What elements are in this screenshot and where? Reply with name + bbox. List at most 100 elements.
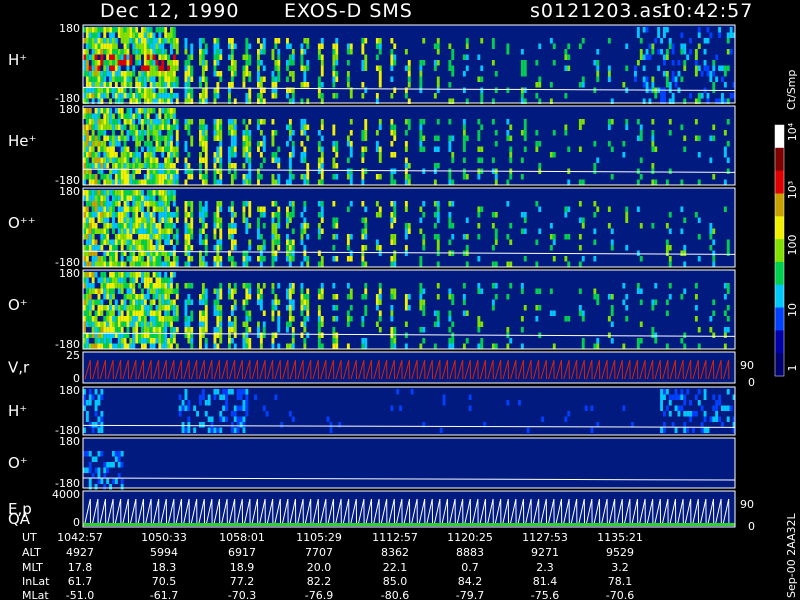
spectrogram-cell xyxy=(120,288,124,294)
spectrogram-cell xyxy=(300,234,304,240)
spectrogram-cell xyxy=(158,119,162,125)
spectrogram-cell xyxy=(129,195,133,201)
spectrogram-cell xyxy=(399,405,402,411)
spectrogram-cell xyxy=(88,310,92,316)
spectrogram-cell xyxy=(88,27,92,33)
spectrogram-cell xyxy=(167,316,170,322)
spectrogram-cell xyxy=(332,294,336,300)
spectrogram-cell xyxy=(436,49,440,55)
spectrogram-cell xyxy=(219,152,223,158)
spectrogram-cell xyxy=(114,108,118,114)
spectrogram-cell xyxy=(170,277,173,283)
spectrogram-cell xyxy=(332,82,336,88)
spectrogram-cell xyxy=(117,65,121,71)
spectrogram-cell xyxy=(120,163,124,169)
spectrogram-cell xyxy=(135,338,139,344)
spectrogram-cell xyxy=(164,93,168,99)
spectrogram-cell xyxy=(393,60,397,66)
spectrogram-cell xyxy=(230,119,234,125)
spectrogram-cell xyxy=(726,316,730,322)
spectrogram-cell xyxy=(448,212,452,218)
spectrogram-cell xyxy=(320,174,324,180)
spectrogram-cell xyxy=(187,239,191,245)
spectrogram-cell xyxy=(187,76,191,82)
spectrogram-cell xyxy=(117,212,121,218)
spectrogram-cell xyxy=(123,217,127,223)
spectrogram-cell xyxy=(245,93,249,99)
spectrogram-cell xyxy=(109,327,112,333)
spectrogram-cell xyxy=(204,234,208,240)
spectrogram-cell xyxy=(112,239,115,245)
spectrogram-cell xyxy=(578,43,582,49)
spectrogram-cell xyxy=(494,179,498,185)
spectrogram-cell xyxy=(657,27,661,33)
spectrogram-cell xyxy=(161,93,165,99)
spectrogram-cell xyxy=(94,411,98,417)
spectrogram-cell xyxy=(300,283,304,289)
spectrogram-cell xyxy=(103,234,107,240)
spectrogram-cell xyxy=(317,76,321,82)
spectrogram-cell xyxy=(230,71,234,77)
spectrogram-cell xyxy=(85,71,89,77)
spectrogram-cell xyxy=(129,261,133,267)
spectrogram-cell xyxy=(239,405,243,411)
spectrogram-cell xyxy=(230,321,234,327)
spectrogram-cell xyxy=(158,93,162,99)
spectrogram-cell xyxy=(230,294,234,300)
spectrogram-cell xyxy=(581,38,585,44)
spectrogram-cell xyxy=(286,234,289,240)
spectrogram-cell xyxy=(286,206,289,212)
spectrogram-cell xyxy=(94,484,98,490)
spectrogram-cell xyxy=(187,65,191,71)
spectrogram-cell xyxy=(146,27,150,33)
spectrogram-cell xyxy=(175,76,179,82)
spectrogram-cell xyxy=(172,179,176,185)
spectrogram-cell xyxy=(694,49,698,55)
spectrogram-cell xyxy=(109,212,112,218)
spectrogram-cell xyxy=(712,250,716,256)
spectrogram-cell xyxy=(114,93,118,99)
spectrogram-cell xyxy=(213,93,217,99)
spectrogram-cell xyxy=(155,174,159,180)
spectrogram-cell xyxy=(117,223,121,229)
spectrogram-cell xyxy=(187,152,191,158)
spectrogram-cell xyxy=(216,288,220,294)
spectrogram-cell xyxy=(233,245,237,251)
spectrogram-cell xyxy=(361,168,365,174)
spectrogram-cell xyxy=(135,76,139,82)
spectrogram-cell xyxy=(114,478,118,484)
spectrogram-cell xyxy=(480,87,484,93)
spectrogram-cell xyxy=(132,71,136,77)
spectrogram-cell xyxy=(593,228,597,234)
spectrogram-cell xyxy=(106,135,110,141)
spectrogram-cell xyxy=(112,294,115,300)
spectrogram-cell xyxy=(335,60,339,66)
spectrogram-cell xyxy=(636,135,640,141)
spectrogram-cell xyxy=(233,146,237,152)
spectrogram-cell xyxy=(94,152,98,158)
spectrogram-cell xyxy=(233,119,237,125)
spectrogram-cell xyxy=(167,38,170,44)
spectrogram-cell xyxy=(581,119,585,125)
spectrogram-cell xyxy=(465,54,469,60)
spectrogram-cell xyxy=(187,124,191,130)
spectrogram-cell xyxy=(494,239,498,245)
spectrogram-cell xyxy=(106,43,110,49)
spectrogram-cell xyxy=(665,49,669,55)
spectrogram-cell xyxy=(190,299,194,305)
spectrogram-cell xyxy=(106,283,110,289)
spectrogram-cell xyxy=(700,93,704,99)
spectrogram-cell xyxy=(170,305,173,311)
spectrogram-cell xyxy=(123,60,127,66)
spectrogram-cell xyxy=(94,157,98,163)
spectrogram-cell xyxy=(126,113,130,119)
spectrogram-cell xyxy=(158,49,162,55)
spectrogram-cell xyxy=(175,288,179,294)
spectrogram-cell xyxy=(132,310,136,316)
spectrogram-cell xyxy=(158,201,162,207)
spectrogram-cell xyxy=(233,65,237,71)
spectrogram-cell xyxy=(439,427,443,433)
spectrogram-cell xyxy=(274,93,278,99)
spectrogram-cell xyxy=(228,327,231,333)
spectrogram-cell xyxy=(219,124,223,130)
